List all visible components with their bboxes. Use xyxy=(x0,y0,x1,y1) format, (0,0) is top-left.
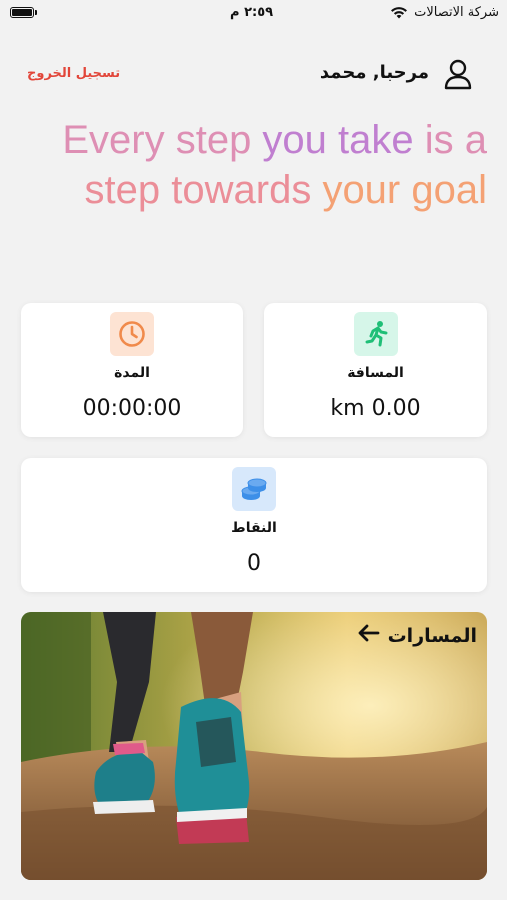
logout-button[interactable]: تسجيل الخروج xyxy=(27,66,120,81)
routes-link[interactable]: المسارات xyxy=(358,624,477,647)
duration-value: 00:00:00 xyxy=(82,396,182,421)
status-time: ٢:٥٩ م xyxy=(230,5,274,20)
runner-icon xyxy=(353,312,398,356)
wifi-icon xyxy=(390,6,408,19)
duration-card: المدة 00:00:00 xyxy=(21,303,243,437)
clock-icon xyxy=(110,312,154,356)
user-icon[interactable] xyxy=(443,58,473,90)
battery-icon xyxy=(10,7,34,18)
motto-segment: you take xyxy=(262,118,425,162)
arrow-left-icon xyxy=(358,624,380,647)
greeting-text: مرحبا, محمد xyxy=(319,62,429,83)
motto-line-2: step towards your goal xyxy=(20,165,487,215)
coins-icon xyxy=(232,467,276,511)
battery-nub xyxy=(35,10,37,15)
duration-label: المدة xyxy=(114,365,150,381)
motto-segment: Every step xyxy=(62,118,263,162)
status-bar: ٢:٥٩ م شركة الاتصالات xyxy=(0,0,507,30)
carrier-group: شركة الاتصالات xyxy=(390,5,499,20)
distance-value: km 0.00 xyxy=(330,396,421,421)
distance-card: المسافة km 0.00 xyxy=(264,303,487,437)
motto-segment: step towards xyxy=(84,168,323,212)
routes-banner[interactable]: المسارات xyxy=(21,612,487,880)
points-label: النقاط xyxy=(231,520,277,536)
points-value: 0 xyxy=(247,551,261,576)
running-shoes-photo xyxy=(21,612,487,880)
motto-line-1: Every step you take is a xyxy=(20,115,487,165)
motto-segment: is a xyxy=(424,118,487,162)
points-card: النقاط 0 xyxy=(21,458,487,592)
motto-segment: your goal xyxy=(322,168,487,212)
distance-label: المسافة xyxy=(347,365,404,381)
routes-label: المسارات xyxy=(387,624,477,647)
carrier-name: شركة الاتصالات xyxy=(414,5,499,20)
